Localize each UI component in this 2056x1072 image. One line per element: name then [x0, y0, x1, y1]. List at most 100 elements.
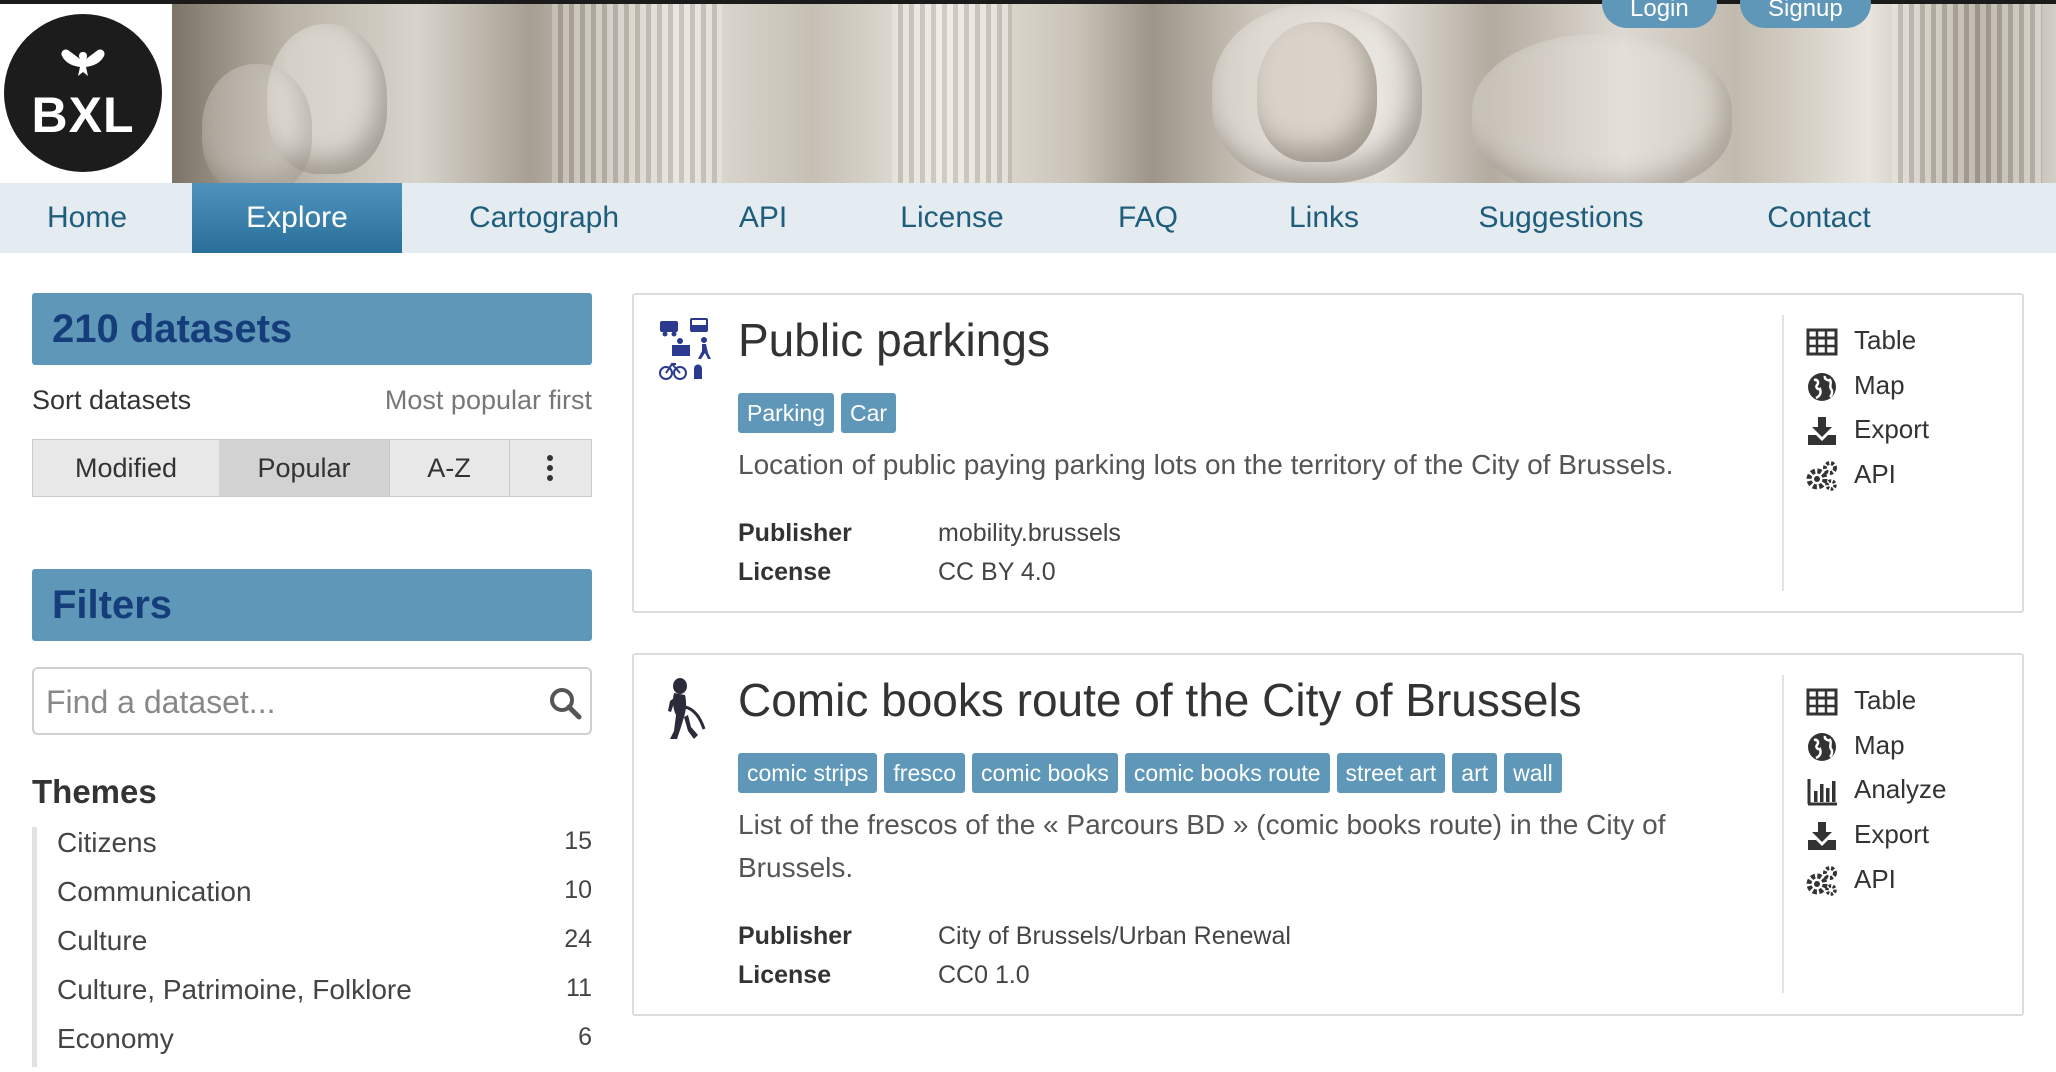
bird-icon [61, 49, 105, 76]
publisher-label: Publisher [738, 519, 852, 547]
site-header: BXL Login Signup [0, 0, 2056, 183]
action-label: Analyze [1854, 774, 1947, 804]
tag[interactable]: comic books route [1124, 753, 1330, 793]
theme-name: Citizens [57, 827, 157, 858]
card-divider [1782, 315, 1784, 591]
dataset-title[interactable]: Public parkings [738, 313, 1050, 367]
main-nav: Home Explore Cartograph API License FAQ … [0, 183, 2056, 253]
theme-name: Communication [57, 876, 252, 907]
gears-icon [1806, 461, 1837, 491]
sort-popular-button[interactable]: Popular [219, 440, 390, 496]
action-label: Map [1854, 370, 1905, 400]
globe-icon [1808, 733, 1836, 761]
themes-list: Citizens 15 Communication 10 Culture 24 … [32, 827, 597, 1067]
login-button[interactable]: Login [1602, 0, 1717, 28]
theme-item[interactable]: Communication 10 [57, 876, 592, 925]
theme-item[interactable]: Culture, Patrimoine, Folklore 11 [57, 974, 592, 1023]
tag[interactable]: art [1452, 753, 1498, 793]
dataset-card: Public parkings Parking Car Location of p… [632, 293, 2024, 613]
table-icon [1806, 328, 1838, 356]
banner-column [552, 4, 722, 183]
license-label: License [738, 961, 832, 989]
dataset-title[interactable]: Comic books route of the City of Brussel… [738, 673, 1582, 727]
action-label: Table [1854, 685, 1917, 715]
nav-contact[interactable]: Contact [1746, 183, 1892, 253]
license-value: CC BY 4.0 [938, 558, 1056, 586]
publisher-label: Publisher [738, 922, 852, 950]
gears-icon [1806, 866, 1837, 896]
theme-item[interactable]: Culture 24 [57, 925, 592, 974]
dataset-description: List of the frescos of the « Parcours BD… [738, 809, 1666, 883]
nav-api[interactable]: API [710, 183, 816, 253]
sort-modified-button[interactable]: Modified [33, 440, 220, 496]
themes-title: Themes [32, 773, 157, 810]
nav-license[interactable]: License [872, 183, 1032, 253]
tag[interactable]: comic strips [738, 753, 878, 793]
theme-count: 6 [578, 1023, 592, 1051]
dataset-card: Comic books route of the City of Brussel… [632, 653, 2024, 1016]
tag[interactable]: Car [840, 393, 897, 433]
theme-count: 10 [564, 876, 592, 904]
theme-count: 24 [564, 925, 592, 953]
nav-links[interactable]: Links [1268, 183, 1380, 253]
banner-sculpture-shape [1472, 34, 1732, 183]
dataset-search-box [32, 667, 592, 735]
card-divider [1782, 675, 1784, 993]
action-label: API [1854, 459, 1896, 489]
sort-button-group: Modified Popular A-Z [32, 439, 592, 497]
logo-area[interactable]: BXL [0, 4, 172, 183]
publisher-value: City of Brussels/Urban Renewal [938, 922, 1291, 950]
nav-explore[interactable]: Explore [192, 183, 402, 253]
signup-button[interactable]: Signup [1740, 0, 1871, 28]
banner-sculpture-shape [202, 64, 312, 183]
download-icon [1808, 417, 1836, 445]
sort-label: Sort datasets [32, 385, 192, 415]
tag[interactable]: wall [1504, 753, 1562, 793]
theme-count: 11 [566, 974, 592, 1002]
tag[interactable]: comic books [972, 753, 1118, 793]
download-icon [1808, 822, 1836, 850]
more-vertical-icon [547, 455, 553, 481]
bxl-logo[interactable]: BXL [4, 14, 162, 172]
nav-home[interactable]: Home [0, 183, 174, 253]
action-label: Export [1854, 414, 1930, 444]
tag-list: comic strips fresco comic books comic books… [738, 753, 1569, 793]
theme-name: Culture, Patrimoine, Folklore [57, 974, 412, 1005]
bar-chart-icon [1807, 779, 1837, 806]
banner-sculpture-face [1257, 22, 1377, 162]
tag[interactable]: Parking [738, 393, 834, 433]
theme-name: Economy [57, 1023, 174, 1054]
header-banner-image [172, 4, 2056, 183]
theme-count: 15 [564, 827, 592, 855]
table-icon [1806, 688, 1838, 716]
tag-list: Parking Car [738, 393, 903, 433]
publisher-value: mobility.brussels [938, 519, 1121, 547]
sort-more-button[interactable] [509, 440, 591, 496]
search-icon[interactable] [548, 686, 582, 720]
action-label: Map [1854, 730, 1905, 760]
nav-suggestions[interactable]: Suggestions [1456, 183, 1666, 253]
action-label: Export [1854, 819, 1930, 849]
license-label: License [738, 558, 832, 586]
logo-text: BXL [31, 87, 135, 143]
dataset-search-input[interactable] [44, 677, 528, 727]
theme-name: Culture [57, 925, 148, 956]
tag[interactable]: street art [1336, 753, 1446, 793]
banner-column [1892, 4, 2042, 183]
banner-column [892, 4, 1012, 183]
nav-faq[interactable]: FAQ [1092, 183, 1204, 253]
filters-title: Filters [32, 569, 592, 641]
mobility-icon [659, 318, 711, 380]
tag[interactable]: fresco [884, 753, 966, 793]
dataset-count: 210 datasets [32, 293, 592, 365]
theme-item[interactable]: Economy 6 [57, 1023, 592, 1072]
action-label: API [1854, 864, 1896, 894]
theme-item[interactable]: Citizens 15 [57, 827, 592, 876]
globe-icon [1808, 373, 1836, 401]
sort-az-button[interactable]: A-Z [389, 440, 510, 496]
action-label: Table [1854, 325, 1917, 355]
license-value: CC0 1.0 [938, 961, 1030, 989]
manneken-pis-icon [668, 678, 706, 739]
dataset-description: Location of public paying parking lots o… [738, 449, 1674, 480]
nav-cartograph[interactable]: Cartograph [430, 183, 658, 253]
